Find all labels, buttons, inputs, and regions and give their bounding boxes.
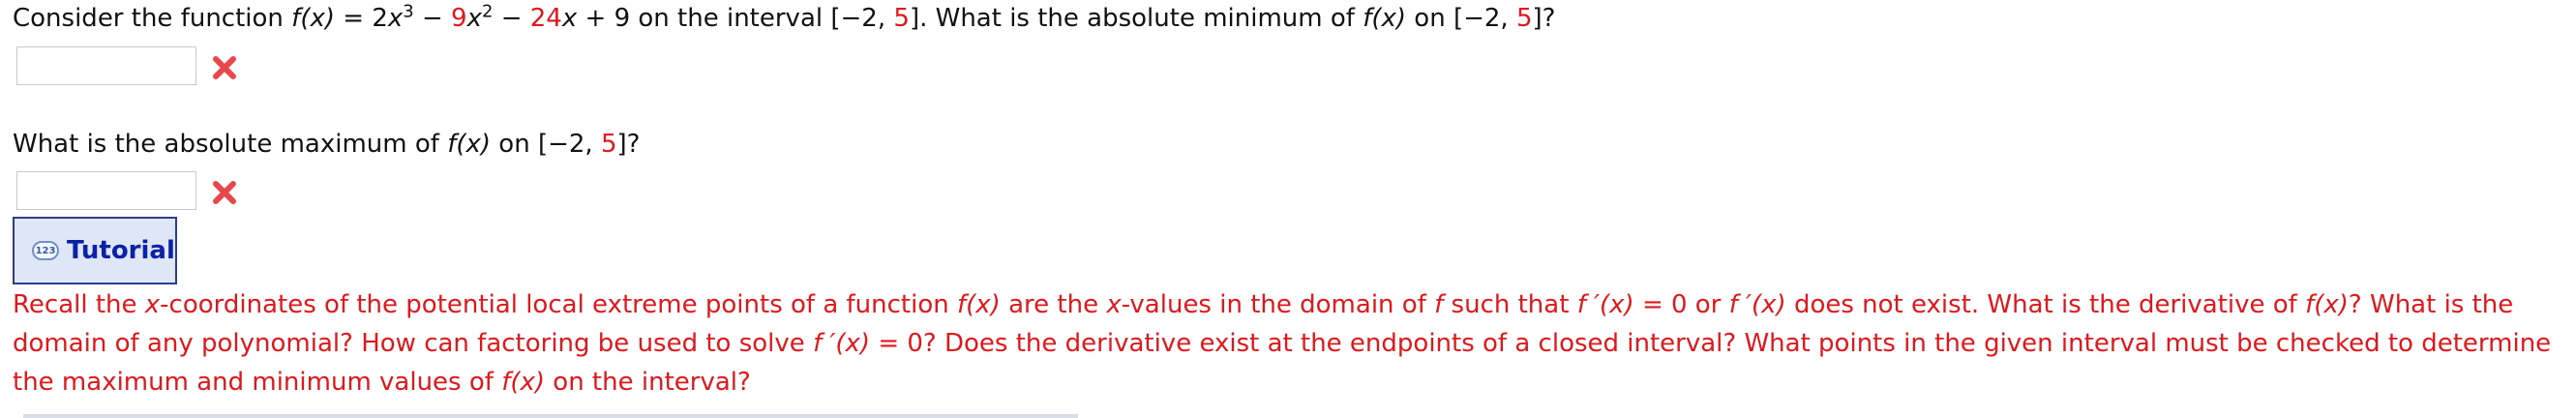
interval-end: 5 — [893, 4, 910, 33]
hint-line-2: domain of any polynomial? How can factor… — [13, 329, 2552, 358]
variable-x: x — [561, 4, 578, 33]
function-name: f(x) — [447, 130, 492, 159]
tutorial-button[interactable]: 123 Tutorial — [13, 217, 177, 284]
interval-start: [−2, — [830, 4, 886, 33]
number-badge-icon: 123 — [32, 241, 59, 260]
constant-term: 9 — [614, 4, 631, 33]
interval-close: ]. — [909, 4, 928, 33]
variable-x: x — [466, 4, 482, 33]
minus-sign: − — [421, 4, 443, 33]
close-icon — [213, 181, 236, 204]
coefficient-a: 2 — [372, 4, 388, 33]
hint-line-3: the maximum and minimum values of f(x) o… — [13, 368, 751, 397]
exponent-2: 2 — [481, 1, 494, 22]
coefficient-b: 9 — [451, 4, 467, 33]
hint-text: Recall the x-coordinates of the potentia… — [13, 285, 2567, 402]
interval-end: 5 — [600, 130, 617, 159]
variable-x: x — [387, 4, 404, 33]
close-icon — [213, 56, 236, 79]
exponent-3: 3 — [403, 1, 414, 22]
minus-sign: − — [500, 4, 523, 33]
interval-start: [−2, — [1453, 4, 1509, 33]
function-name: f(x) — [291, 4, 335, 33]
question-2-text: What is the absolute maximum of f(x) on … — [13, 130, 640, 159]
hint-line-1: Recall the x-coordinates of the potentia… — [13, 290, 2514, 319]
question-1-text: Consider the function f(x) = 2x3 − 9x2 −… — [13, 1, 1556, 33]
interval-close: ]? — [616, 130, 641, 159]
max-answer-input[interactable] — [16, 171, 196, 210]
tutorial-label: Tutorial — [67, 236, 175, 265]
on-text: on — [1414, 4, 1446, 33]
function-name: f(x) — [1363, 4, 1407, 33]
on-interval-text: on the interval — [638, 4, 824, 33]
equals-sign: = — [343, 4, 365, 33]
interval-close: ]? — [1532, 4, 1556, 33]
interval-end: 5 — [1515, 4, 1533, 33]
coefficient-c: 24 — [529, 4, 562, 33]
question-prefix: Consider the function — [13, 4, 284, 33]
plus-sign: + — [584, 4, 607, 33]
on-text: on — [498, 130, 530, 159]
min-answer-input[interactable] — [16, 46, 196, 85]
min-question: What is the absolute minimum of — [935, 4, 1355, 33]
max-question: What is the absolute maximum of — [13, 130, 439, 159]
divider — [23, 414, 1078, 418]
interval-start: [−2, — [537, 130, 593, 159]
